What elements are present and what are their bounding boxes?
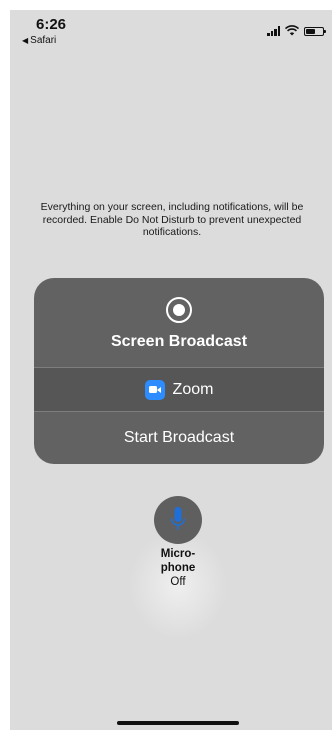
microphone-icon — [170, 507, 186, 530]
microphone-name-line2: phone — [160, 562, 196, 574]
start-broadcast-button[interactable]: Start Broadcast — [34, 412, 324, 464]
back-to-app-link[interactable]: ◀ Safari — [22, 35, 56, 46]
screen-broadcast-screen: 6:26 ◀ Safari Everything on your screen, … — [10, 10, 332, 730]
wifi-icon — [285, 25, 299, 36]
status-icons — [267, 24, 326, 36]
home-indicator[interactable] — [117, 721, 239, 725]
record-icon — [166, 297, 192, 323]
status-time: 6:26 — [36, 16, 67, 33]
back-app-label: Safari — [30, 35, 57, 46]
recording-info-text: Everything on your screen, including not… — [40, 201, 304, 238]
microphone-name-line1: Micro- — [160, 548, 196, 560]
zoom-app-icon — [144, 379, 165, 400]
panel-header: Screen Broadcast — [34, 278, 324, 367]
panel-title: Screen Broadcast — [110, 333, 248, 350]
microphone-toggle[interactable] — [154, 496, 204, 546]
back-triangle-icon: ◀ — [22, 36, 29, 45]
microphone-state: Off — [170, 576, 186, 588]
app-name: Zoom — [172, 380, 214, 398]
battery-icon — [304, 27, 326, 36]
cellular-signal-icon — [267, 26, 280, 36]
microphone-label: Micro- phone Off — [128, 547, 228, 589]
start-broadcast-label: Start Broadcast — [123, 429, 235, 446]
microphone-button[interactable] — [154, 496, 202, 544]
app-option-zoom[interactable]: Zoom — [34, 368, 324, 411]
broadcast-panel: Screen Broadcast Zoom Start Broadcast — [34, 278, 324, 464]
